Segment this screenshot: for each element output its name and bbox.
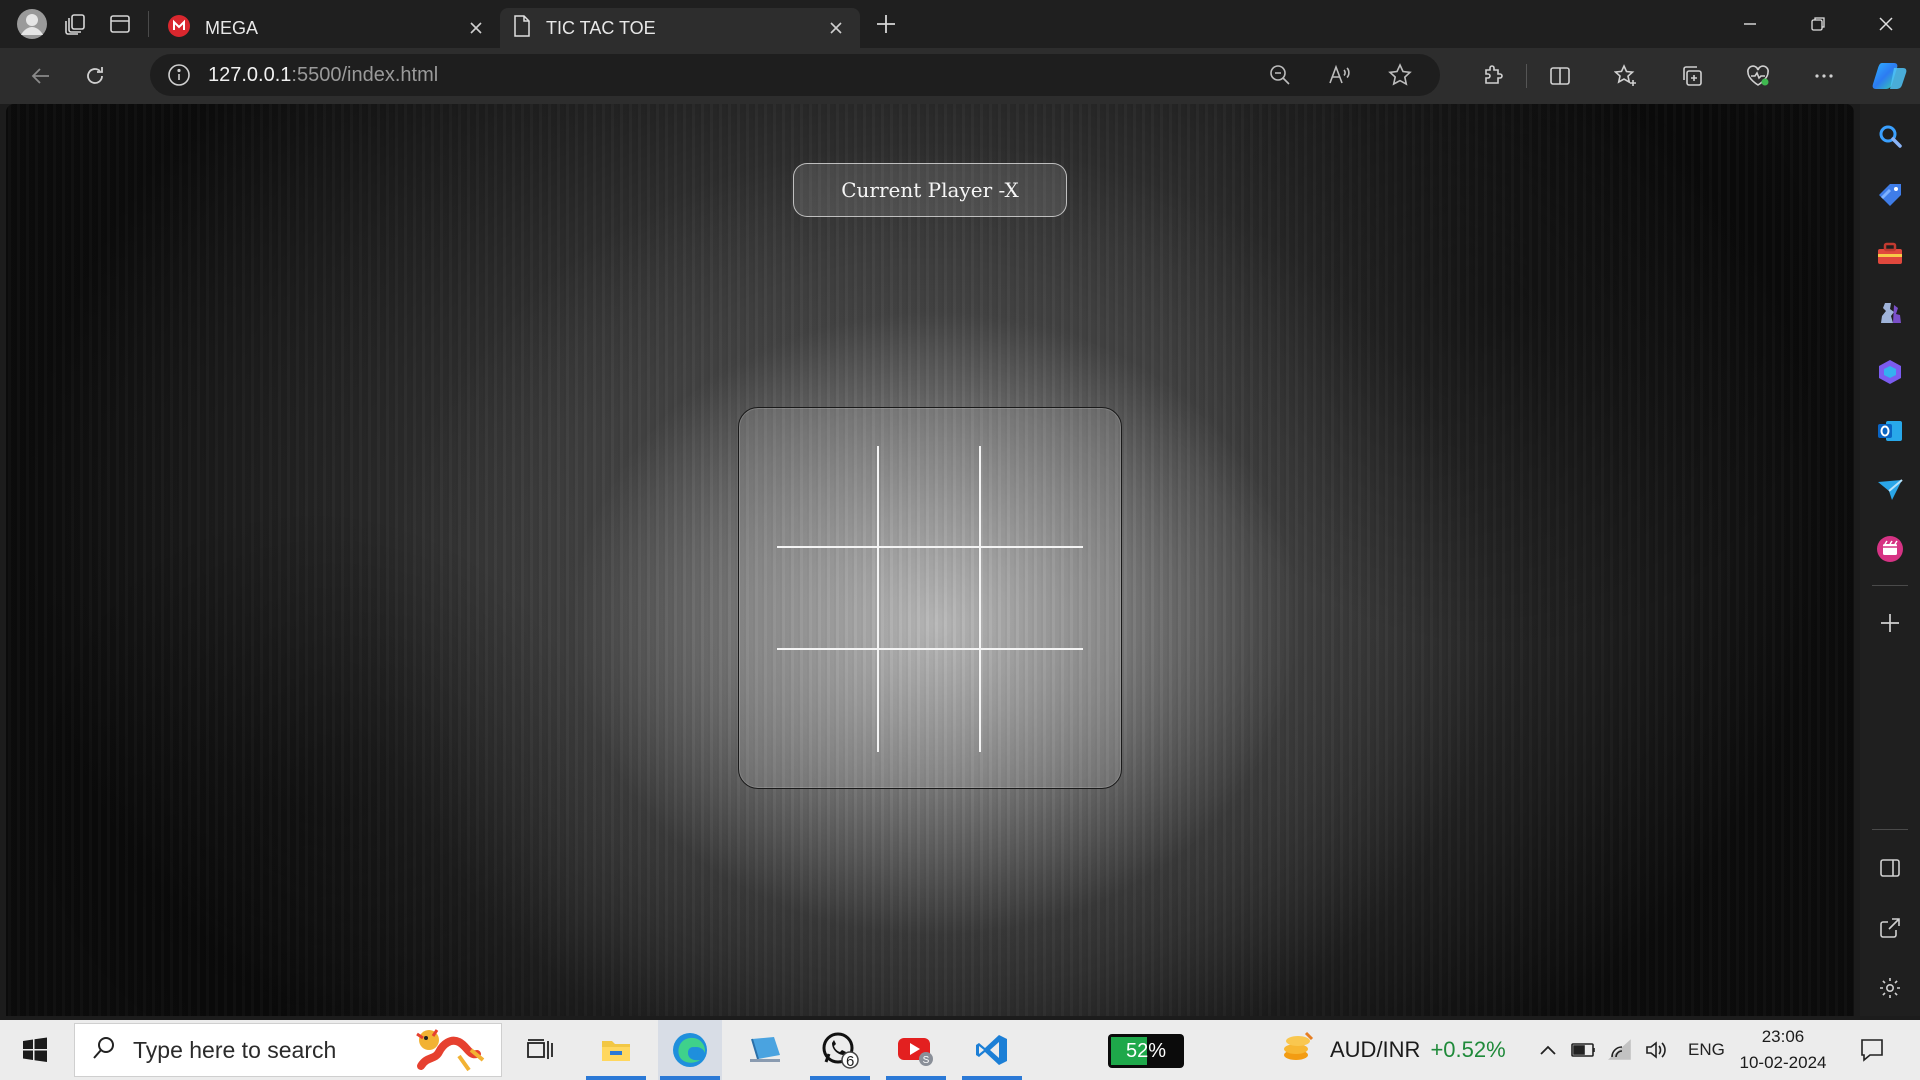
board-cell[interactable]: [981, 650, 1083, 752]
profile-avatar-icon[interactable]: [10, 4, 54, 44]
board-cell[interactable]: [777, 446, 879, 548]
url-text[interactable]: 127.0.0.1:5500/index.html: [208, 64, 438, 87]
stock-ticker-widget[interactable]: AUD/INR +0.52%: [1280, 1020, 1506, 1080]
current-player-display: Current Player -X: [793, 163, 1067, 217]
youtube-icon[interactable]: S: [884, 1020, 948, 1080]
tab-mega[interactable]: MEGA: [155, 8, 500, 48]
board-cell[interactable]: [777, 650, 879, 752]
url-path: :5500/index.html: [291, 63, 439, 86]
board-cell[interactable]: [981, 548, 1083, 650]
sidebar-separator: [1872, 829, 1908, 830]
new-tab-button[interactable]: [864, 4, 908, 44]
page-icon: [512, 14, 532, 42]
page-viewport: Current Player -X: [6, 104, 1854, 1016]
extensions-icon[interactable]: [1460, 56, 1526, 96]
edge-sidebar: [1860, 104, 1920, 1016]
svg-text:S: S: [923, 1055, 930, 1066]
clock-time: 23:06: [1761, 1027, 1805, 1046]
split-screen-icon[interactable]: [1527, 56, 1593, 96]
send-icon[interactable]: [1868, 468, 1912, 512]
open-external-icon[interactable]: [1868, 906, 1912, 950]
close-window-icon[interactable]: [1852, 0, 1920, 48]
ticker-symbol: AUD/INR: [1330, 1037, 1421, 1062]
collections-icon[interactable]: [1659, 56, 1725, 96]
sidebar-separator: [1872, 585, 1908, 586]
vscode-icon[interactable]: [960, 1020, 1024, 1080]
favorite-star-icon[interactable]: [1370, 55, 1430, 95]
browser-tab-strip: MEGA TIC TAC TOE: [0, 0, 1920, 48]
search-icon[interactable]: [1868, 114, 1912, 158]
games-icon[interactable]: [1868, 291, 1912, 335]
sidebar-toggle-icon[interactable]: [1868, 846, 1912, 890]
notification-center-icon[interactable]: [1852, 1030, 1892, 1070]
taskbar-search-box[interactable]: Type here to search: [74, 1023, 502, 1077]
board-cell[interactable]: [879, 446, 981, 548]
mega-icon: [167, 14, 191, 43]
zoom-out-icon[interactable]: [1250, 55, 1310, 95]
system-tray: ENG: [1530, 1020, 1739, 1080]
sidebar-bottom-actions: [1860, 815, 1920, 1016]
tablet-app-icon[interactable]: [734, 1020, 798, 1080]
favorites-icon[interactable]: [1593, 56, 1659, 96]
file-explorer-icon[interactable]: [584, 1020, 648, 1080]
browser-actions: [1460, 48, 1920, 104]
show-hidden-icons-chevron-icon[interactable]: [1530, 1030, 1566, 1070]
window-controls: [1716, 0, 1920, 48]
search-placeholder: Type here to search: [133, 1036, 337, 1063]
copilot-designer-icon[interactable]: [1868, 350, 1912, 394]
browser-essentials-icon[interactable]: [1725, 56, 1791, 96]
tab-separator: [148, 11, 149, 37]
browser-toolbar: 127.0.0.1:5500/index.html: [0, 48, 1920, 104]
battery-percent: 52%: [1125, 1039, 1167, 1062]
toolbox-icon[interactable]: [1868, 232, 1912, 276]
battery-widget: 52%: [1108, 1034, 1184, 1068]
search-magnifier-icon: [91, 1035, 117, 1066]
whatsapp-icon[interactable]: 6: [808, 1020, 872, 1080]
outlook-icon[interactable]: [1868, 409, 1912, 453]
refresh-button[interactable]: [72, 56, 118, 96]
back-button[interactable]: [18, 56, 64, 96]
minimize-icon[interactable]: [1716, 0, 1784, 48]
currency-coins-icon: [1280, 1029, 1316, 1071]
game-board: [777, 446, 1083, 752]
copilot-icon[interactable]: [1857, 56, 1920, 96]
volume-icon[interactable]: [1638, 1030, 1674, 1070]
wifi-icon[interactable]: [1602, 1030, 1638, 1070]
board-cell[interactable]: [981, 446, 1083, 548]
whatsapp-badge: 6: [846, 1053, 855, 1070]
windows-taskbar: Type here to search 6 S 52% AUD/INR +0.5…: [0, 1020, 1920, 1080]
address-bar[interactable]: 127.0.0.1:5500/index.html: [150, 54, 1440, 96]
input-language[interactable]: ENG: [1688, 1040, 1725, 1060]
restore-icon[interactable]: [1784, 0, 1852, 48]
battery-icon[interactable]: [1566, 1030, 1602, 1070]
windows-start-icon[interactable]: [0, 1020, 70, 1080]
tab-title: TIC TAC TOE: [546, 17, 656, 38]
board-cell[interactable]: [879, 548, 981, 650]
clock-date: 10-02-2024: [1739, 1053, 1827, 1072]
site-info-icon[interactable]: [164, 60, 194, 90]
workspaces-icon[interactable]: [54, 4, 98, 44]
settings-more-icon[interactable]: [1791, 56, 1857, 96]
address-bar-actions: [1250, 54, 1430, 96]
shopping-tag-icon[interactable]: [1868, 173, 1912, 217]
settings-icon[interactable]: [1868, 966, 1912, 1010]
read-aloud-icon[interactable]: [1310, 55, 1370, 95]
ticker-change: +0.52%: [1430, 1037, 1506, 1062]
add-icon[interactable]: [1868, 601, 1912, 645]
edge-browser-icon[interactable]: [658, 1020, 722, 1080]
task-view-icon[interactable]: [508, 1020, 572, 1080]
close-tab-icon[interactable]: [824, 16, 848, 40]
tab-title: MEGA: [205, 17, 259, 38]
tab-tic-tac-toe[interactable]: TIC TAC TOE: [500, 8, 860, 48]
dragon-highlight-icon: [409, 1026, 489, 1076]
game-board-container: [738, 407, 1122, 789]
taskbar-clock[interactable]: 23:06 10-02-2024: [1732, 1024, 1834, 1076]
video-icon[interactable]: [1868, 527, 1912, 571]
tab-actions-icon[interactable]: [98, 4, 142, 44]
board-cell[interactable]: [777, 548, 879, 650]
close-tab-icon[interactable]: [464, 16, 488, 40]
board-cell[interactable]: [879, 650, 981, 752]
url-host: 127.0.0.1: [208, 63, 292, 86]
